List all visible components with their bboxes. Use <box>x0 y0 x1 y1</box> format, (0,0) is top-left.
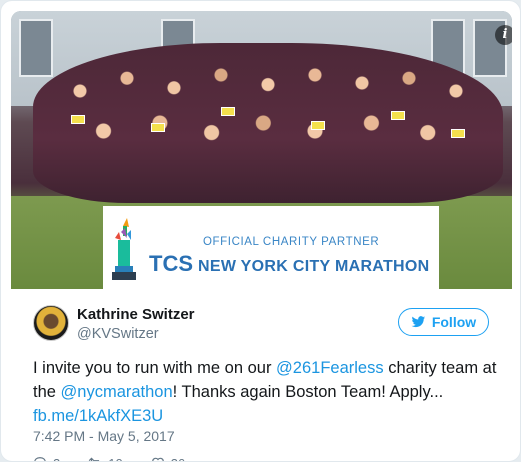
retweet-button[interactable]: 10 <box>88 456 123 462</box>
race-bib <box>71 115 85 124</box>
tweet-actions: 2 10 36 <box>33 456 185 462</box>
like-count: 36 <box>171 456 185 462</box>
runners-group <box>33 43 503 203</box>
race-bib <box>221 107 235 116</box>
sponsor-banner: OFFICIAL CHARITY PARTNER TCS NEW YORK CIT… <box>103 206 439 289</box>
sponsor-brand: TCS <box>149 251 193 276</box>
race-bib <box>311 121 325 130</box>
retweet-count: 10 <box>108 456 122 462</box>
mention-link[interactable]: @nycmarathon <box>61 383 173 401</box>
tweet-text: I invite you to run with me on our @261F… <box>33 356 503 428</box>
bird-icon <box>411 316 425 328</box>
avatar[interactable] <box>33 305 69 341</box>
follow-button[interactable]: Follow <box>398 308 489 336</box>
author-name[interactable]: Kathrine Switzer <box>77 306 195 323</box>
info-icon[interactable]: i <box>495 25 512 45</box>
race-bib <box>391 111 405 120</box>
like-button[interactable]: 36 <box>151 456 185 462</box>
follow-label: Follow <box>431 314 477 330</box>
retweet-icon <box>88 457 100 461</box>
url-link[interactable]: fb.me/1kAkfXE3U <box>33 407 163 425</box>
mention-link[interactable]: @261Fearless <box>276 359 384 377</box>
reply-count: 2 <box>53 456 60 462</box>
tweet-timestamp[interactable]: 7:42 PM - May 5, 2017 <box>33 428 175 444</box>
race-bib <box>151 123 165 132</box>
sponsor-title: TCS NEW YORK CITY MARATHON <box>149 251 430 277</box>
tweet-photo[interactable]: OFFICIAL CHARITY PARTNER TCS NEW YORK CIT… <box>11 11 512 289</box>
tweet-text-part: I invite you to run with me on our <box>33 359 277 377</box>
tweet-card: OFFICIAL CHARITY PARTNER TCS NEW YORK CIT… <box>0 0 521 462</box>
sponsor-event: NEW YORK CITY MARATHON <box>198 258 430 275</box>
tweet-text-part: ! Thanks again Boston Team! Apply... <box>172 383 444 401</box>
building-window <box>19 19 53 77</box>
statue-of-liberty-logo <box>112 218 136 280</box>
reply-icon <box>34 457 46 461</box>
reply-button[interactable]: 2 <box>33 456 60 462</box>
heart-icon <box>151 457 164 461</box>
sponsor-subtitle: OFFICIAL CHARITY PARTNER <box>203 236 380 248</box>
author-handle[interactable]: @KVSwitzer <box>77 326 159 342</box>
race-bib <box>451 129 465 138</box>
